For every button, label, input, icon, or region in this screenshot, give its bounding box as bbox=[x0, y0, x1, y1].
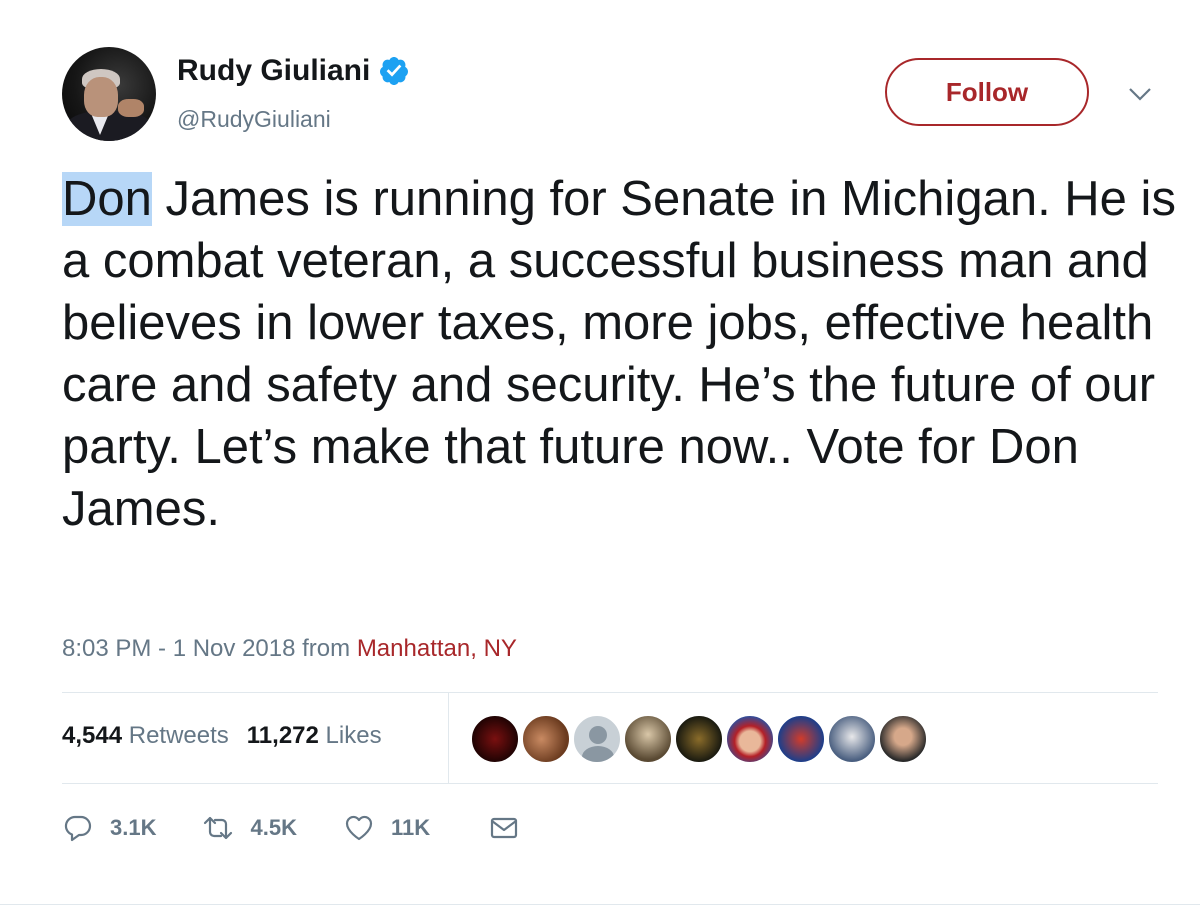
heart-icon bbox=[345, 815, 373, 841]
liker-avatar[interactable] bbox=[878, 714, 928, 764]
divider bbox=[0, 904, 1200, 905]
reply-icon bbox=[64, 815, 92, 842]
author-avatar[interactable] bbox=[62, 47, 156, 141]
liker-avatar[interactable] bbox=[470, 714, 520, 764]
liker-avatar[interactable] bbox=[623, 714, 673, 764]
follow-button[interactable]: Follow bbox=[885, 58, 1089, 126]
divider bbox=[62, 692, 1158, 693]
chevron-down-icon[interactable] bbox=[1126, 84, 1154, 104]
direct-message-button[interactable] bbox=[488, 812, 536, 844]
from-label: from bbox=[302, 635, 351, 662]
retweets-label: Retweets bbox=[128, 722, 229, 749]
selected-text-highlight: Don bbox=[62, 172, 152, 226]
liker-avatar[interactable] bbox=[521, 714, 571, 764]
tweet-location-link[interactable]: Manhattan, NY bbox=[357, 635, 517, 662]
retweets-count: 4,544 bbox=[62, 722, 123, 749]
author-name[interactable]: Rudy Giuliani bbox=[177, 54, 370, 88]
reply-button[interactable]: 3.1K bbox=[62, 812, 156, 844]
stats-divider bbox=[448, 693, 449, 783]
author-handle[interactable]: @RudyGiuliani bbox=[177, 106, 331, 133]
reply-count: 3.1K bbox=[110, 815, 157, 840]
divider bbox=[62, 783, 1158, 784]
retweet-count: 4.5K bbox=[250, 815, 297, 840]
tweet-timestamp: 8:03 PM - 1 Nov 2018 from Manhattan, NY bbox=[62, 635, 517, 663]
like-count: 11K bbox=[390, 815, 431, 840]
liker-avatar[interactable] bbox=[776, 714, 826, 764]
author-name-row[interactable]: Rudy Giuliani bbox=[177, 54, 410, 88]
verified-badge-icon bbox=[380, 57, 409, 85]
tweet-stats: 4,544 Retweets 11,272 Likes bbox=[62, 722, 382, 750]
liker-avatars bbox=[470, 714, 929, 764]
likes-stat[interactable]: 11,272 Likes bbox=[247, 722, 382, 749]
avatar-face bbox=[84, 77, 118, 117]
direct-message-icon bbox=[491, 817, 518, 839]
liker-avatar[interactable] bbox=[674, 714, 724, 764]
tweet-text: Don James is running for Senate in Michi… bbox=[62, 168, 1182, 540]
tweet-text-body: James is running for Senate in Michigan.… bbox=[62, 172, 1176, 536]
retweets-stat[interactable]: 4,544 Retweets bbox=[62, 722, 229, 749]
avatar-hand bbox=[118, 99, 144, 117]
retweet-button[interactable]: 4.5K bbox=[202, 812, 297, 844]
tweet-time-date[interactable]: 8:03 PM - 1 Nov 2018 bbox=[62, 635, 295, 662]
tweet-actions: 3.1K 4.5K 11K bbox=[62, 812, 536, 844]
retweet-icon bbox=[204, 816, 233, 840]
likes-count: 11,272 bbox=[246, 722, 319, 749]
liker-avatar[interactable] bbox=[827, 714, 877, 764]
liker-avatar-default[interactable] bbox=[572, 714, 622, 764]
liker-avatar[interactable] bbox=[725, 714, 775, 764]
like-button[interactable]: 11K bbox=[343, 812, 430, 844]
likes-label: Likes bbox=[325, 722, 382, 749]
